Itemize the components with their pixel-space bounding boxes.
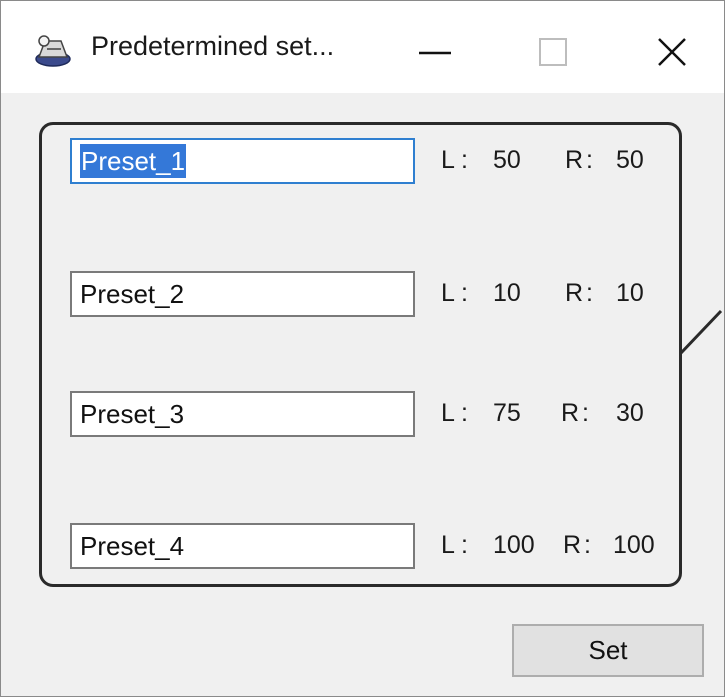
preset-3-r-colon: :	[582, 399, 589, 427]
speaker-app-icon	[35, 35, 71, 67]
preset-4-l-colon: :	[461, 531, 468, 559]
preset-2-l-value: 10	[493, 279, 521, 307]
preset-3-l-label: L	[441, 399, 455, 427]
preset-1-levels: L : 50 R : 50	[441, 146, 671, 186]
preset-4-name-input[interactable]: Preset_4	[70, 523, 415, 569]
preset-4-name-text: Preset_4	[80, 531, 185, 561]
preset-3-name-text: Preset_3	[80, 399, 185, 429]
preset-1-r-value: 50	[616, 146, 644, 174]
preset-3-name-input[interactable]: Preset_3	[70, 391, 415, 437]
preset-2-l-colon: :	[461, 279, 468, 307]
preset-4-r-colon: :	[584, 531, 591, 559]
preset-2-name-input[interactable]: Preset_2	[70, 271, 415, 317]
presets-callout-frame	[39, 122, 682, 587]
preset-3-l-value: 75	[493, 399, 521, 427]
preset-2-r-colon: :	[586, 279, 593, 307]
preset-3-r-label: R	[561, 399, 580, 427]
maximize-icon[interactable]	[523, 21, 583, 81]
preset-2-r-label: R	[565, 279, 584, 307]
preset-1-l-value: 50	[493, 146, 521, 174]
preset-3-levels: L : 75 R : 30	[441, 399, 671, 439]
title-bar[interactable]: Predetermined set...	[1, 1, 724, 93]
preset-1-r-colon: :	[586, 146, 593, 174]
preset-3-l-colon: :	[461, 399, 468, 427]
preset-2-r-value: 10	[616, 279, 644, 307]
preset-1-l-label: L	[441, 146, 455, 174]
preset-4-levels: L : 100 R : 100	[441, 531, 671, 571]
preset-1-l-colon: :	[461, 146, 468, 174]
close-icon[interactable]	[649, 21, 709, 81]
window-title: Predetermined set...	[91, 31, 335, 61]
preset-1-name-input[interactable]: Preset_1	[70, 138, 415, 184]
preset-1-r-label: R	[565, 146, 584, 174]
preset-2-name-text: Preset_2	[80, 279, 185, 309]
preset-4-r-label: R	[563, 531, 582, 559]
preset-4-r-value: 100	[613, 531, 655, 559]
preset-2-levels: L : 10 R : 10	[441, 279, 671, 319]
preset-3-r-value: 30	[616, 399, 644, 427]
set-button[interactable]: Set	[512, 624, 704, 677]
preset-2-l-label: L	[441, 279, 455, 307]
preset-dialog-window: Predetermined set... Preset_1 L : 50 R :…	[0, 0, 725, 697]
preset-4-l-label: L	[441, 531, 455, 559]
preset-1-name-text: Preset_1	[80, 144, 187, 178]
minimize-icon[interactable]	[409, 21, 469, 81]
preset-4-l-value: 100	[493, 531, 535, 559]
